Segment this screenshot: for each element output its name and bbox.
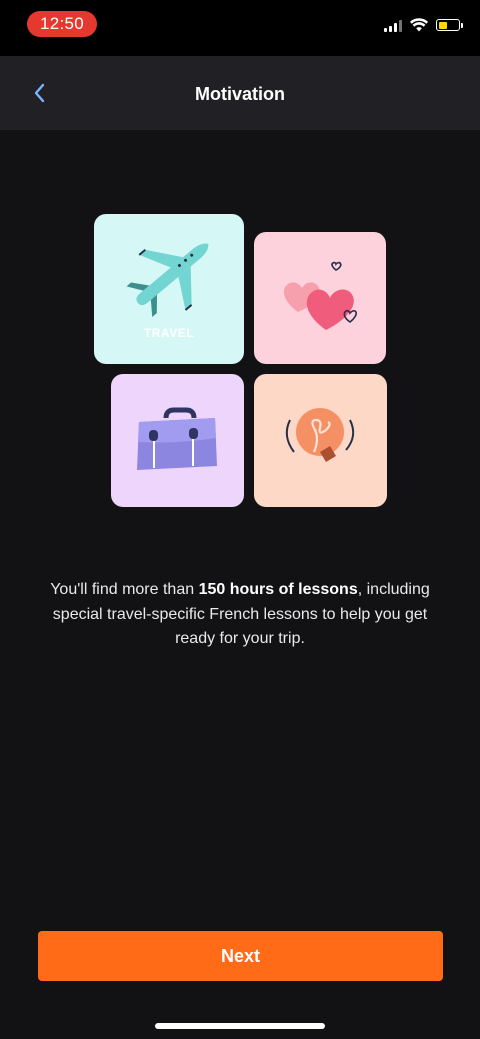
battery-icon (436, 19, 463, 31)
home-indicator[interactable] (155, 1023, 325, 1029)
status-time[interactable]: 12:50 (27, 11, 97, 37)
battery-level (438, 21, 448, 29)
airplane-icon (126, 243, 209, 318)
description-before: You'll find more than (50, 581, 199, 598)
page-title: Motivation (195, 84, 285, 104)
motivation-card-idea[interactable] (254, 374, 387, 507)
status-icons (384, 18, 463, 32)
next-button[interactable]: Next (38, 931, 443, 981)
briefcase-icon (137, 407, 217, 470)
description-text: You'll find more than 150 hours of lesso… (36, 578, 444, 652)
hearts-icon (283, 261, 357, 330)
status-bar: 12:50 (0, 0, 480, 56)
cellular-signal-icon (384, 18, 402, 32)
motivation-card-travel[interactable]: TRAVEL (94, 214, 244, 364)
travel-card-label: TRAVEL (143, 326, 195, 340)
wifi-icon (410, 18, 428, 32)
motivation-card-work[interactable] (111, 374, 244, 507)
description-highlight: 150 hours of lessons (198, 581, 358, 598)
nav-bar: Motivation (0, 56, 480, 130)
motivation-card-love[interactable] (254, 232, 386, 364)
lightbulb-icon (285, 408, 355, 462)
main-content: TRAVEL You'll find more than 150 hours o… (0, 130, 480, 1039)
